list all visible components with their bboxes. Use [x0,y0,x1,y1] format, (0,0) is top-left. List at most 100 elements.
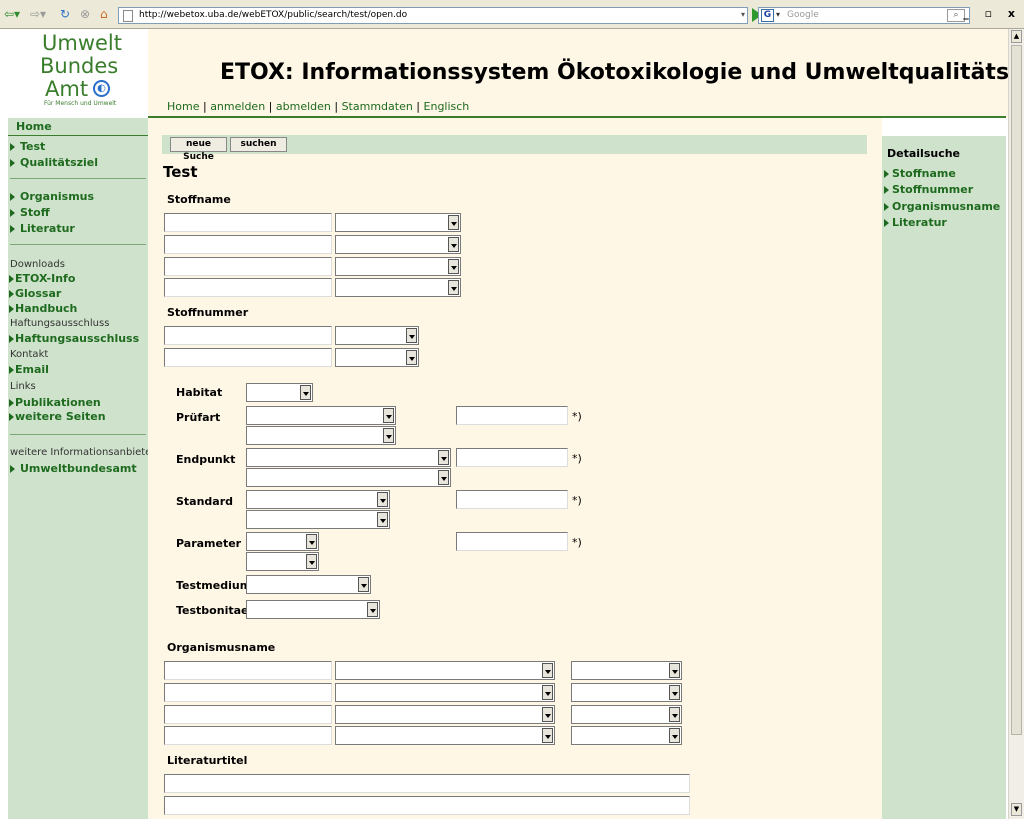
search-button[interactable]: suchen [230,137,287,152]
organismusname-select-3a[interactable] [335,705,555,724]
stoffname-input-3[interactable] [164,257,332,276]
nav-login-link[interactable]: anmelden [210,100,265,113]
chevron-down-icon[interactable] [406,350,417,365]
chevron-down-icon[interactable] [669,663,680,678]
standard-text-input[interactable] [456,490,568,509]
chevron-down-icon[interactable] [383,408,394,423]
chevron-down-icon[interactable] [448,237,459,252]
chevron-down-icon[interactable] [542,663,553,678]
home-icon[interactable]: ⌂ [100,7,108,21]
reload-icon[interactable]: ↻ [60,7,70,21]
standard-select-2[interactable] [246,510,390,529]
organismusname-select-1b[interactable] [571,661,682,680]
chevron-down-icon[interactable] [542,707,553,722]
sidebar-item-weitere-seiten[interactable]: weitere Seiten [9,410,106,423]
chevron-down-icon[interactable] [448,259,459,274]
parameter-select-1[interactable] [246,532,319,551]
parameter-select-2[interactable] [246,552,319,571]
sidebar-home-link[interactable]: Home [8,118,148,136]
stoffname-input-1[interactable] [164,213,332,232]
stoffname-input-2[interactable] [164,235,332,254]
sidebar-item-glossar[interactable]: Glossar [9,287,61,300]
parameter-text-input[interactable] [456,532,568,551]
pruefart-text-input[interactable] [456,406,568,425]
sidebar-item-publikationen[interactable]: Publikationen [9,396,101,409]
chevron-down-icon[interactable] [358,577,369,592]
organismusname-select-3b[interactable] [571,705,682,724]
organismusname-input-2[interactable] [164,683,332,702]
sidebar-item-haftungsausschluss[interactable]: Haftungsausschluss [9,332,139,345]
sidebar-item-organismus[interactable]: Organismus [10,190,94,203]
nav-home-link[interactable]: Home [167,100,199,113]
testmedium-select[interactable] [246,575,371,594]
detail-link-stoffnummer[interactable]: Stoffnummer [884,183,973,196]
chevron-down-icon[interactable] [383,428,394,443]
search-engine-dropdown-icon[interactable]: ▾ [776,10,780,19]
organismusname-select-4b[interactable] [571,726,682,745]
chevron-down-icon[interactable] [406,328,417,343]
endpunkt-select-2[interactable] [246,468,451,487]
endpunkt-select-1[interactable] [246,448,451,467]
chevron-down-icon[interactable] [377,492,388,507]
scroll-down-icon[interactable]: ▼ [1011,803,1022,816]
sidebar-item-stoff[interactable]: Stoff [10,206,50,219]
logo[interactable]: Umwelt Bundes Amt ◐ Für Mensch und Umwel… [0,29,148,118]
chevron-down-icon[interactable] [300,385,311,400]
organismusname-select-2a[interactable] [335,683,555,702]
pruefart-select-2[interactable] [246,426,396,445]
literaturtitel-input-1[interactable] [164,774,690,793]
back-icon[interactable]: ⇦▾ [4,7,20,21]
scroll-up-icon[interactable]: ▲ [1011,30,1022,43]
chevron-down-icon[interactable] [306,534,317,549]
stoffname-input-4[interactable] [164,278,332,297]
organismusname-input-1[interactable] [164,661,332,680]
sidebar-item-email[interactable]: Email [9,363,49,376]
chevron-down-icon[interactable] [669,707,680,722]
detail-link-stoffname[interactable]: Stoffname [884,167,956,180]
chevron-down-icon[interactable] [438,470,449,485]
sidebar-item-test[interactable]: Test [10,140,45,153]
forward-icon[interactable]: ⇨▾ [30,7,46,21]
search-box[interactable]: G ▾ Google ⌕ [758,7,970,24]
stoffname-select-1[interactable] [335,213,461,232]
window-controls[interactable]: _ ▫ x [963,7,1021,20]
chevron-down-icon[interactable] [448,215,459,230]
chevron-down-icon[interactable] [306,554,317,569]
sidebar-item-qualitaetsziel[interactable]: Qualitätsziel [10,156,98,169]
testbonitaet-select[interactable] [246,600,380,619]
new-search-button[interactable]: neue Suche [170,137,227,162]
chevron-down-icon[interactable] [367,602,378,617]
literaturtitel-input-2[interactable] [164,796,690,815]
detail-link-literatur[interactable]: Literatur [884,216,947,229]
habitat-select[interactable] [246,383,313,402]
stoffnummer-input-1[interactable] [164,326,332,345]
scroll-thumb[interactable] [1011,45,1022,735]
endpunkt-text-input[interactable] [456,448,568,467]
detail-link-organismusname[interactable]: Organismusname [884,200,1000,213]
chevron-down-icon[interactable] [438,450,449,465]
nav-english-link[interactable]: Englisch [424,100,470,113]
chevron-down-icon[interactable] [542,685,553,700]
nav-logout-link[interactable]: abmelden [276,100,331,113]
chevron-down-icon[interactable] [377,512,388,527]
stoffnummer-select-2[interactable] [335,348,419,367]
stoffname-select-3[interactable] [335,257,461,276]
chevron-down-icon[interactable] [669,728,680,743]
organismusname-input-3[interactable] [164,705,332,724]
stop-icon[interactable]: ⊗ [80,7,90,21]
sidebar-item-etox-info[interactable]: ETOX-Info [9,272,75,285]
organismusname-select-1a[interactable] [335,661,555,680]
google-icon[interactable]: G [761,9,774,22]
sidebar-item-literatur[interactable]: Literatur [10,222,75,235]
organismusname-select-2b[interactable] [571,683,682,702]
pruefart-select-1[interactable] [246,406,396,425]
address-bar[interactable]: http://webetox.uba.de/webETOX/public/sea… [118,7,748,24]
nav-stammdaten-link[interactable]: Stammdaten [342,100,413,113]
chevron-down-icon[interactable] [542,728,553,743]
sidebar-item-umweltbundesamt[interactable]: Umweltbundesamt [10,462,137,475]
stoffname-select-2[interactable] [335,235,461,254]
vertical-scrollbar[interactable]: ▲ ▼ [1008,29,1024,819]
stoffnummer-select-1[interactable] [335,326,419,345]
address-dropdown-icon[interactable]: ▾ [741,10,745,19]
stoffnummer-input-2[interactable] [164,348,332,367]
